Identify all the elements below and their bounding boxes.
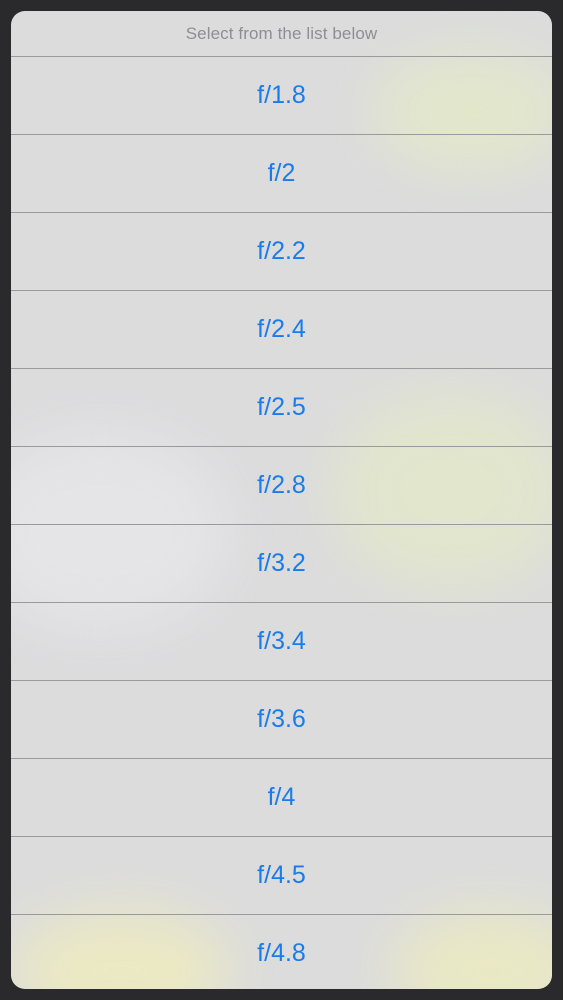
option-label: f/2.8: [257, 471, 306, 499]
option-label: f/3.2: [257, 549, 306, 577]
option-label: f/4.5: [257, 861, 306, 889]
action-sheet: Select from the list below f/1.8 f/2 f/2…: [11, 11, 552, 989]
option-f-3-2[interactable]: f/3.2: [11, 525, 552, 603]
option-f-3-6[interactable]: f/3.6: [11, 681, 552, 759]
option-f-3-4[interactable]: f/3.4: [11, 603, 552, 681]
option-label: f/2.2: [257, 237, 306, 265]
option-label: f/2: [267, 159, 296, 187]
option-label: f/3.6: [257, 705, 306, 733]
option-list: f/1.8 f/2 f/2.2 f/2.4 f/2.5 f/2.8 f/3.2 …: [11, 57, 552, 989]
option-f-4-8[interactable]: f/4.8: [11, 915, 552, 989]
option-f-2-2[interactable]: f/2.2: [11, 213, 552, 291]
option-f-2-8[interactable]: f/2.8: [11, 447, 552, 525]
action-sheet-title: Select from the list below: [185, 23, 378, 43]
action-sheet-header: Select from the list below: [11, 11, 552, 57]
option-f-2-5[interactable]: f/2.5: [11, 369, 552, 447]
option-f-2[interactable]: f/2: [11, 135, 552, 213]
option-label: f/1.8: [257, 81, 306, 109]
screen: Select from the list below f/1.8 f/2 f/2…: [0, 0, 563, 1000]
option-f-1-8[interactable]: f/1.8: [11, 57, 552, 135]
option-f-4-5[interactable]: f/4.5: [11, 837, 552, 915]
option-label: f/2.4: [257, 315, 306, 343]
option-label: f/2.5: [257, 393, 306, 421]
option-f-4[interactable]: f/4: [11, 759, 552, 837]
option-f-2-4[interactable]: f/2.4: [11, 291, 552, 369]
option-label: f/4.8: [257, 939, 306, 967]
option-label: f/3.4: [257, 627, 306, 655]
option-label: f/4: [267, 783, 296, 811]
